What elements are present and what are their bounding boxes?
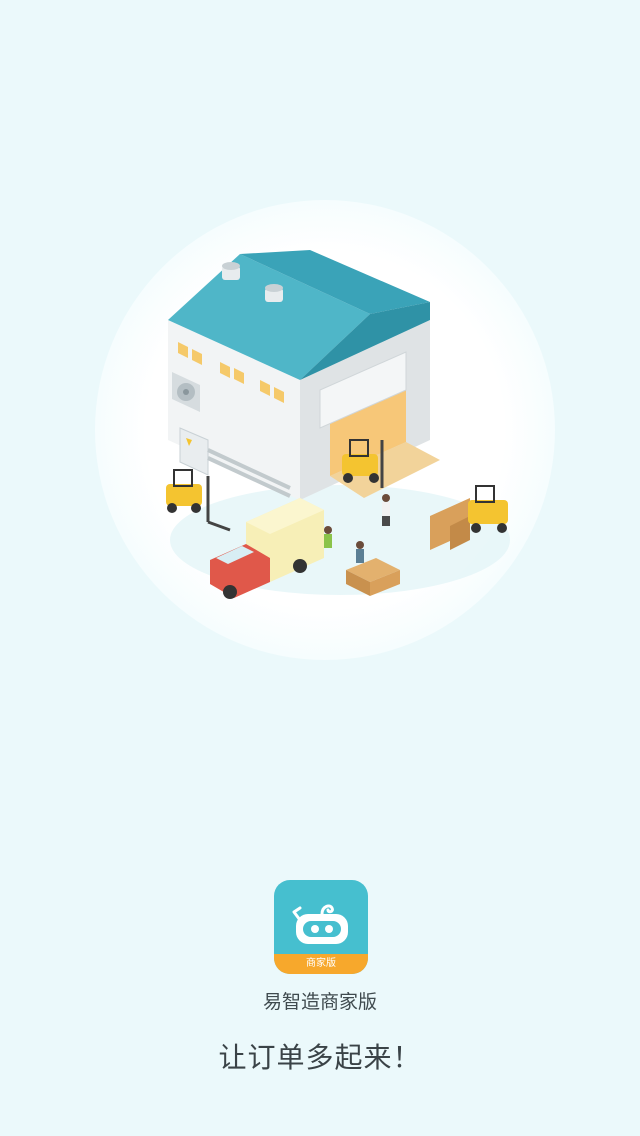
- app-logo-icon: 商家版: [274, 880, 368, 974]
- warehouse-illustration: [166, 250, 510, 599]
- splash-screen: 商家版 易智造商家版 让订单多起来！: [0, 0, 640, 1136]
- app-badge-label: 商家版: [306, 958, 336, 969]
- slogan-text: 让订单多起来！: [218, 1041, 422, 1074]
- app-name: 易智造商家版: [262, 991, 377, 1013]
